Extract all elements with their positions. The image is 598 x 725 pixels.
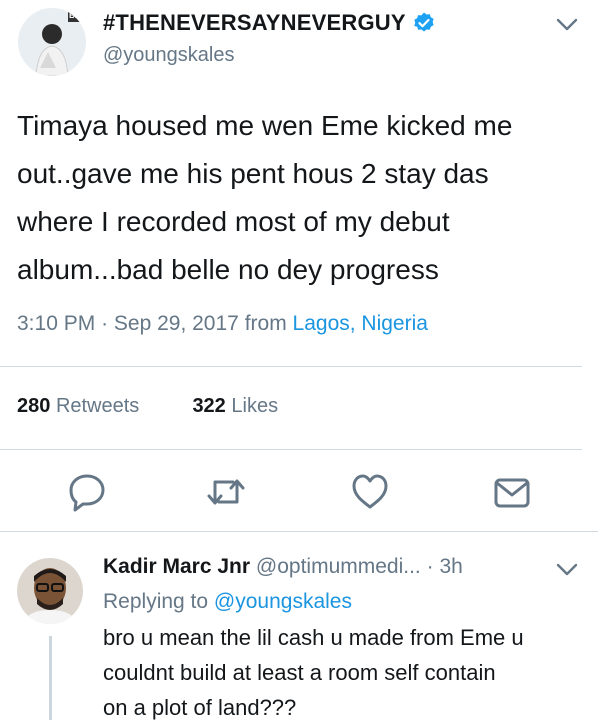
retweet-icon[interactable] <box>206 472 246 512</box>
tweet-text-line: album...bad belle no dey progress <box>17 254 439 285</box>
likes-stat[interactable]: 322 Likes <box>192 395 278 417</box>
reply-text-line: bro u mean the lil cash u made from Eme … <box>103 625 524 650</box>
meta-separator: · <box>101 312 114 335</box>
share-icon[interactable] <box>492 472 532 512</box>
tweet-text-line: where I recorded most of my debut <box>17 206 450 237</box>
like-icon[interactable] <box>350 472 390 512</box>
avatar-badge-text: BA <box>69 11 81 20</box>
tweet-text-line: Timaya housed me wen Eme kicked me <box>17 110 513 141</box>
reply-author-handle[interactable]: @optimummedi... <box>256 555 421 578</box>
divider <box>0 366 582 367</box>
tweet-text-line: out..gave me his pent hous 2 stay das <box>17 158 489 189</box>
reply-author-name[interactable]: Kadir Marc Jnr <box>103 555 250 578</box>
likes-label: Likes <box>231 395 279 417</box>
author-display-name[interactable]: #THENEVERSAYNEVERGUY <box>103 10 436 36</box>
tweet-stats: 280 Retweets 322 Likes <box>17 395 278 418</box>
retweets-count: 280 <box>17 395 51 417</box>
replying-to: Replying to @youngskales <box>103 590 352 614</box>
author-avatar[interactable]: BA <box>18 8 86 76</box>
chevron-down-icon[interactable] <box>556 18 578 32</box>
verified-icon <box>414 12 434 32</box>
reply-header: Kadir Marc Jnr @optimummedi... · 3h <box>103 555 463 579</box>
divider <box>0 531 598 532</box>
tweet-date[interactable]: Sep 29, 2017 <box>114 312 239 335</box>
replying-label: Replying to <box>103 590 209 613</box>
author-handle[interactable]: @youngskales <box>103 44 234 67</box>
replying-to-handle-link[interactable]: @youngskales <box>214 590 352 613</box>
tweet-meta: 3:10 PM · Sep 29, 2017 from Lagos, Niger… <box>17 312 428 336</box>
divider <box>0 449 582 450</box>
retweets-stat[interactable]: 280 Retweets <box>17 395 139 417</box>
tweet-location-link[interactable]: Lagos, Nigeria <box>293 312 428 335</box>
reply-text-line: couldnt build at least a room self conta… <box>103 660 496 685</box>
reply-author-avatar[interactable] <box>17 558 83 624</box>
reply-separator: · <box>426 555 440 578</box>
tweet-time[interactable]: 3:10 PM <box>17 312 95 335</box>
chevron-down-icon[interactable] <box>556 563 578 577</box>
from-label: from <box>244 312 287 335</box>
reply-age[interactable]: 3h <box>439 555 462 578</box>
author-name-text: #THENEVERSAYNEVERGUY <box>103 10 406 35</box>
reply-icon[interactable] <box>67 472 107 512</box>
thread-line <box>49 636 52 720</box>
tweet-text: Timaya housed me wen Eme kicked me out..… <box>17 102 587 294</box>
likes-count: 322 <box>192 395 226 417</box>
retweets-label: Retweets <box>55 395 140 417</box>
reply-text: bro u mean the lil cash u made from Eme … <box>103 620 583 725</box>
